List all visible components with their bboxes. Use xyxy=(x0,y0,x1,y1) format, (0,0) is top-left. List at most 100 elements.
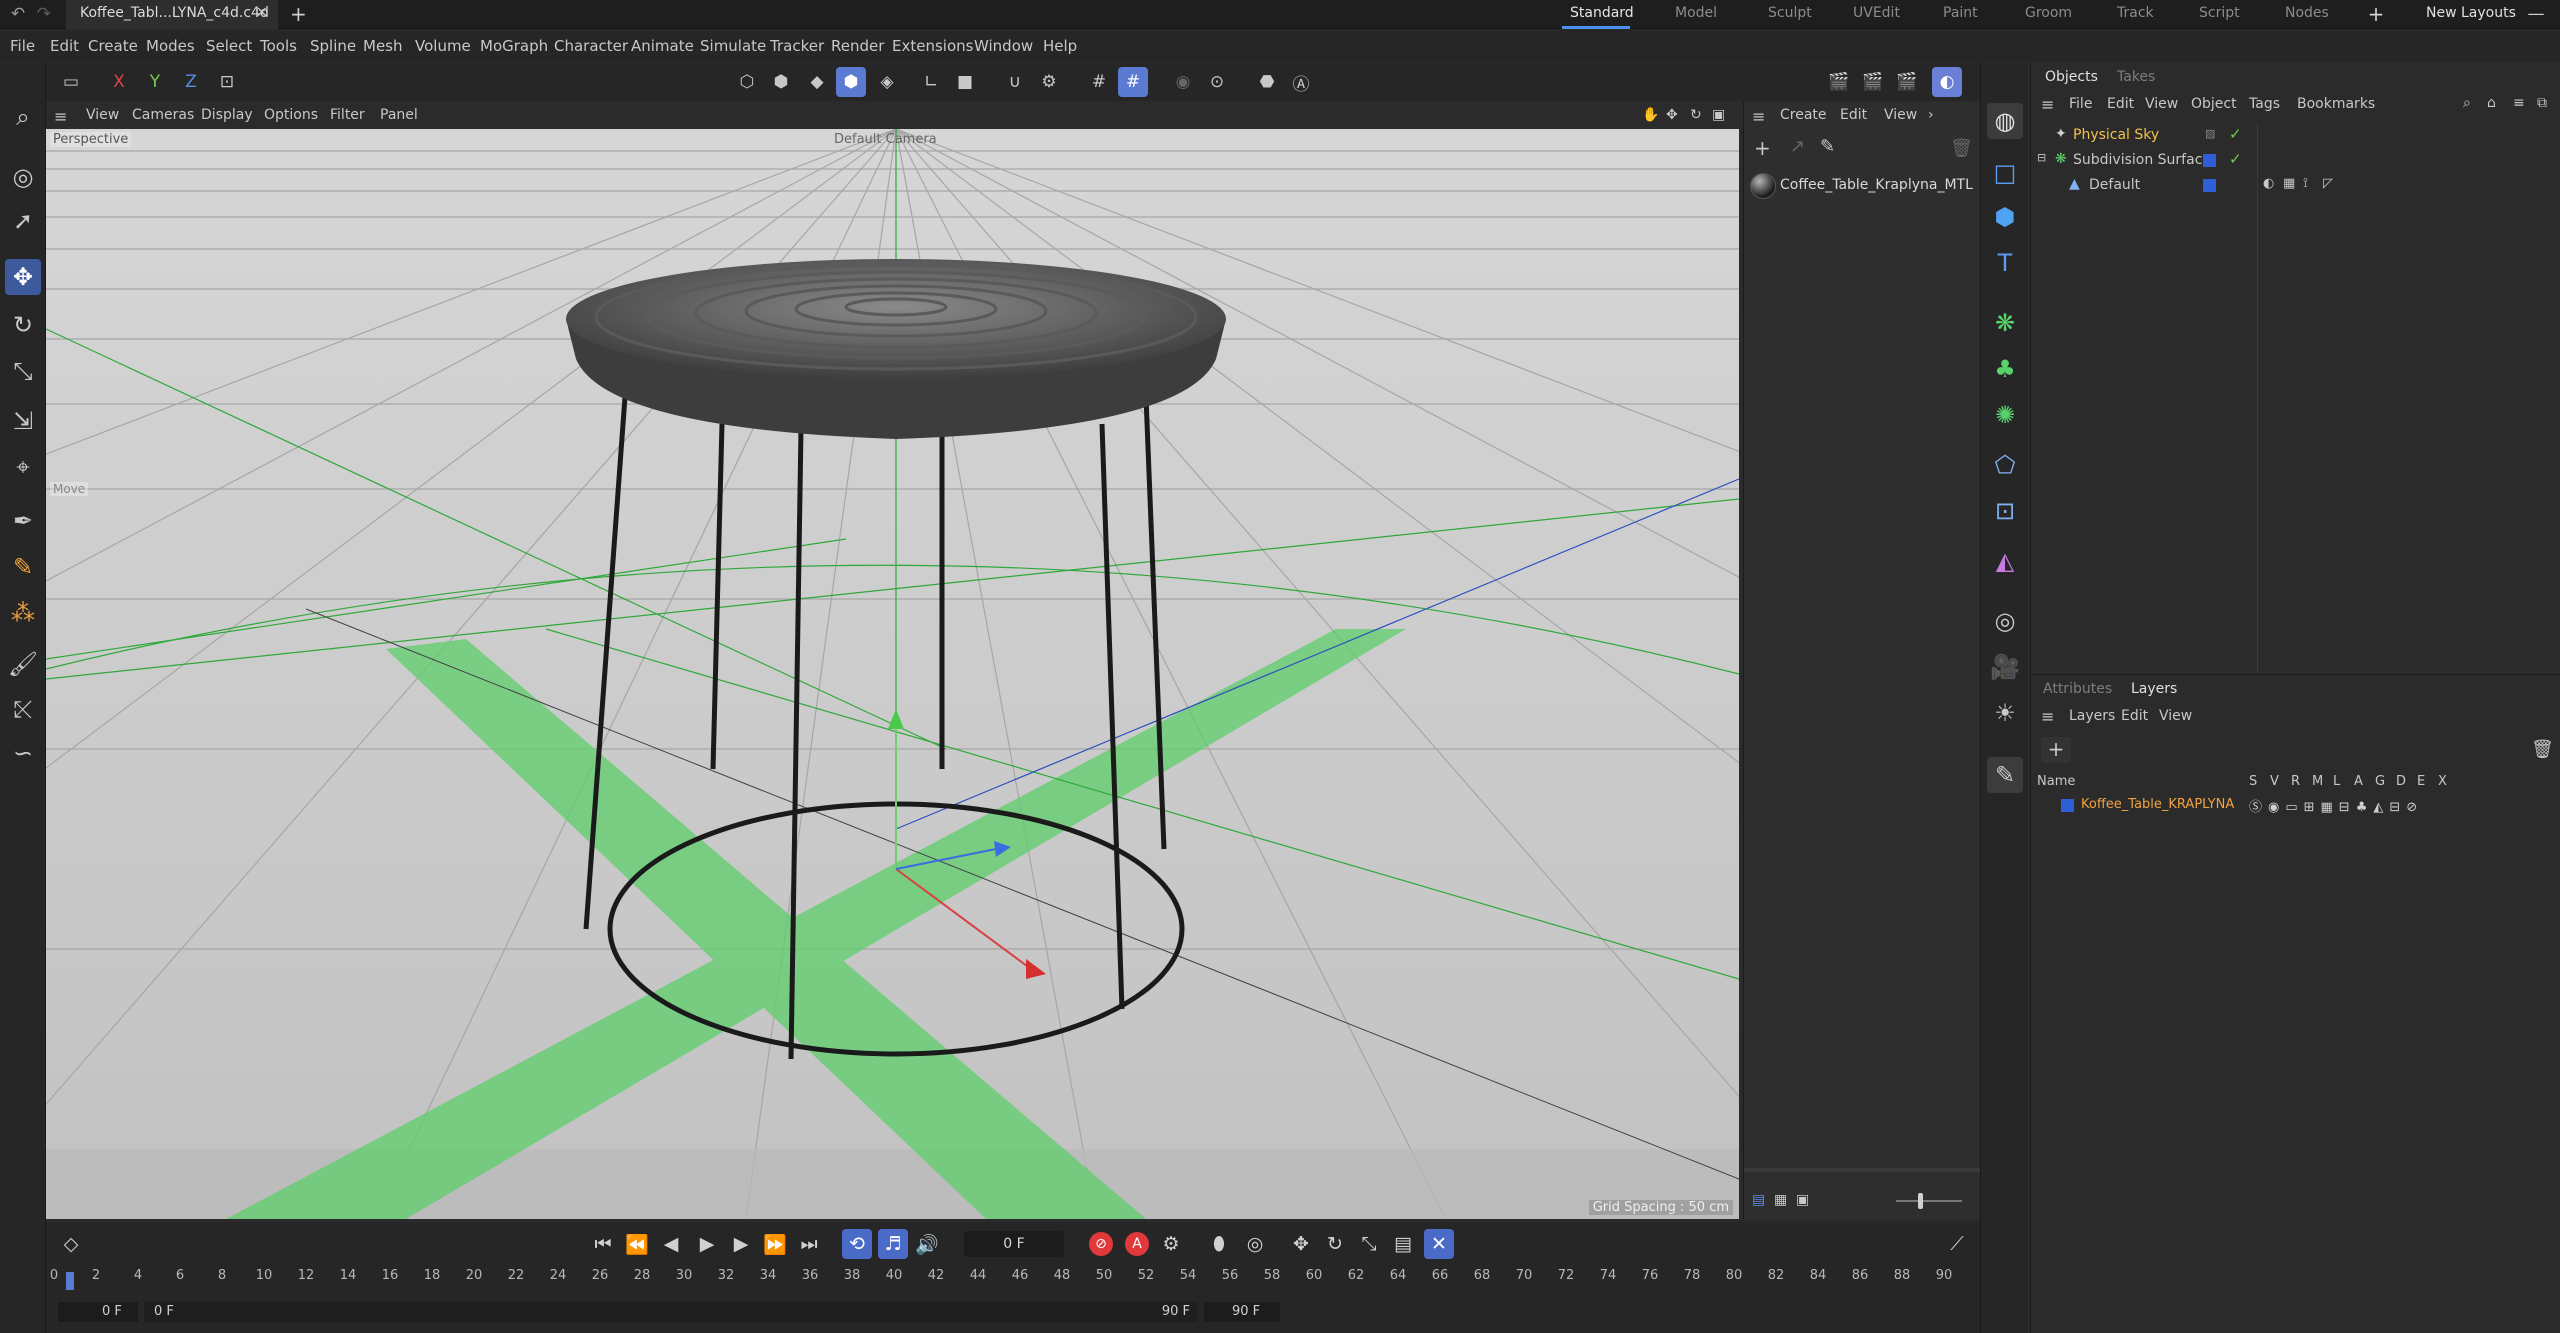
rotate-view-icon[interactable]: ↻ xyxy=(1690,107,1702,123)
material-tag-icon[interactable]: ◐ xyxy=(2263,176,2274,191)
viewport-menu-view[interactable]: View xyxy=(86,107,119,123)
magnet-icon[interactable]: ∪ xyxy=(1000,67,1030,97)
layer-color-swatch[interactable] xyxy=(2203,154,2216,167)
scene-icon[interactable]: ◭ xyxy=(1987,543,2023,579)
previous-frame-icon[interactable]: ◀ xyxy=(656,1229,686,1259)
param-key-icon[interactable]: ▤ xyxy=(1388,1229,1418,1259)
col-r[interactable]: R xyxy=(2291,774,2300,789)
transfer-icon[interactable]: ⇲ xyxy=(5,403,41,439)
minimize-icon[interactable]: — xyxy=(2526,5,2546,23)
next-frame-icon[interactable]: ▶ xyxy=(726,1229,756,1259)
sculpt-icon[interactable]: ∽ xyxy=(5,735,41,771)
layer-row[interactable]: Koffee_Table_KRAPLYNA Ⓢ◉▭⊞▦⊟♣◭⊟⊘ xyxy=(2031,793,2560,818)
layers-menu-edit[interactable]: Edit xyxy=(2121,708,2148,724)
layers-menu-layers[interactable]: Layers xyxy=(2069,708,2115,724)
material-menu-icon[interactable]: ≡ xyxy=(1752,107,1765,126)
material-name[interactable]: Coffee_Table_Kraplyna_MTL xyxy=(1780,177,1973,193)
keyframe-mode-icon[interactable]: ◇ xyxy=(56,1229,86,1259)
phong-tag-icon[interactable]: ⟟ xyxy=(2303,176,2308,191)
key-interpolation-icon[interactable]: ◎ xyxy=(1240,1229,1270,1259)
add-layer-button[interactable]: + xyxy=(2041,737,2071,763)
current-frame-field[interactable]: 0 F xyxy=(964,1231,1064,1257)
timeline-ruler[interactable]: 0 2 4 6 8 10 12 14 16 18 20 22 24 26 28 30 32 34 36 38 40 42 4… xyxy=(50,1268,1978,1296)
go-to-end-icon[interactable]: ⏭ xyxy=(794,1229,824,1259)
link-icon[interactable]: ↗ xyxy=(1790,136,1805,157)
menu-mograph[interactable]: MoGraph xyxy=(480,37,548,55)
menu-select[interactable]: Select xyxy=(206,37,252,55)
menu-help[interactable]: Help xyxy=(1043,37,1077,55)
objects-menu-edit[interactable]: Edit xyxy=(2107,96,2134,112)
move-tool-icon[interactable]: ✥ xyxy=(5,259,41,295)
search-icon[interactable]: ⌕ xyxy=(2463,95,2471,111)
points-mode-icon[interactable]: ⬡ xyxy=(732,67,762,97)
next-key-icon[interactable]: ⏩ xyxy=(760,1229,790,1259)
record-keys-icon[interactable]: ⊘ xyxy=(1086,1229,1116,1259)
start-frame-field[interactable]: 0 F xyxy=(58,1302,138,1322)
playhead[interactable] xyxy=(66,1272,74,1290)
deformer-icon[interactable]: ⬠ xyxy=(1987,447,2023,483)
col-s[interactable]: S xyxy=(2249,774,2257,789)
loop-icon[interactable]: ⟲ xyxy=(842,1229,872,1259)
effector-icon[interactable]: ✺ xyxy=(1987,397,2023,433)
knife-icon[interactable]: ⤪ xyxy=(5,691,41,727)
undo-icon[interactable]: ↶ xyxy=(8,5,28,23)
viewport-menu-icon[interactable]: ≡ xyxy=(54,107,67,126)
home-icon[interactable]: ⌂ xyxy=(2487,95,2496,111)
material-scrollbar[interactable] xyxy=(1744,1168,1980,1172)
tab-attributes[interactable]: Attributes xyxy=(2043,681,2112,697)
menu-simulate[interactable]: Simulate xyxy=(700,37,766,55)
new-tab-icon[interactable]: + xyxy=(290,2,307,26)
tag-icon[interactable]: ✎ xyxy=(1987,757,2023,793)
animate-icon[interactable]: Ⓐ xyxy=(1286,67,1316,97)
texture-mode-icon[interactable]: ■ xyxy=(950,67,980,97)
layout-tab-sculpt[interactable]: Sculpt xyxy=(1768,5,1812,21)
menu-extensions[interactable]: Extensions xyxy=(892,37,973,55)
menu-spline[interactable]: Spline xyxy=(310,37,356,55)
play-icon[interactable]: ▶ xyxy=(692,1229,722,1259)
material-zoom-slider[interactable] xyxy=(1896,1200,1962,1202)
viewport-solo-icon[interactable]: ◉ xyxy=(1168,67,1198,97)
pan-view-icon[interactable]: ✋ xyxy=(1642,107,1659,123)
lock-x-button[interactable]: X xyxy=(104,67,134,97)
object-row-subdivision-surface[interactable]: ⊟ ❋ Subdivision Surface ✓ xyxy=(2031,148,2560,173)
polygon-pen-icon[interactable]: ⁂ xyxy=(5,595,41,631)
menu-edit[interactable]: Edit xyxy=(50,37,79,55)
spline-pen-icon[interactable]: ✒ xyxy=(5,503,41,539)
filter-icon[interactable]: ≡ xyxy=(2513,95,2525,111)
layout-tab-track[interactable]: Track xyxy=(2117,5,2154,21)
camera-icon[interactable]: 🎥 xyxy=(1987,649,2023,685)
objects-menu-bookmarks[interactable]: Bookmarks xyxy=(2297,96,2375,112)
large-view-icon[interactable]: ▣ xyxy=(1796,1192,1809,1208)
delete-layer-icon[interactable]: 🗑 xyxy=(2531,739,2554,760)
layer-toggle-icon[interactable]: ▨ xyxy=(2205,127,2215,140)
grid-icon[interactable]: # xyxy=(1084,67,1114,97)
material-menu-edit[interactable]: Edit xyxy=(1840,107,1867,123)
position-key-icon[interactable]: ✥ xyxy=(1286,1229,1316,1259)
viewport-3d[interactable]: Perspective Default Camera Move Grid Spa… xyxy=(46,129,1739,1219)
expand-icon[interactable]: ⊟ xyxy=(2037,151,2046,164)
new-layouts-button[interactable]: New Layouts xyxy=(2426,5,2516,21)
objects-menu-view[interactable]: View xyxy=(2145,96,2178,112)
layout-tab-script[interactable]: Script xyxy=(2199,5,2240,21)
environment-icon[interactable]: ◎ xyxy=(1987,603,2023,639)
col-v[interactable]: V xyxy=(2270,774,2279,789)
point-level-anim-icon[interactable]: ✕ xyxy=(1424,1229,1454,1259)
polygons-mode-icon[interactable]: ◆ xyxy=(802,67,832,97)
col-d[interactable]: D xyxy=(2396,774,2406,789)
search-icon[interactable]: ⌕ xyxy=(5,99,41,135)
objects-menu-tags[interactable]: Tags xyxy=(2249,96,2280,112)
new-window-icon[interactable]: ⧉ xyxy=(2537,95,2547,111)
object-row-physical-sky[interactable]: ✦ Physical Sky ▨ ✓ xyxy=(2031,123,2560,148)
cube-icon[interactable]: ⬢ xyxy=(1987,199,2023,235)
autokey-icon[interactable]: A xyxy=(1122,1229,1152,1259)
menu-modes[interactable]: Modes xyxy=(146,37,195,55)
menu-tracker[interactable]: Tracker xyxy=(770,37,824,55)
objects-menu-file[interactable]: File xyxy=(2069,96,2092,112)
col-e[interactable]: E xyxy=(2417,774,2425,789)
spline-tools-icon[interactable]: ✎ xyxy=(5,549,41,585)
cloner-icon[interactable]: ♣ xyxy=(1987,351,2023,387)
move-view-icon[interactable]: ✥ xyxy=(1666,107,1678,123)
generator-icon[interactable]: ❋ xyxy=(1987,305,2023,341)
layers-menu-view[interactable]: View xyxy=(2159,708,2192,724)
text-icon[interactable]: T xyxy=(1987,245,2023,281)
